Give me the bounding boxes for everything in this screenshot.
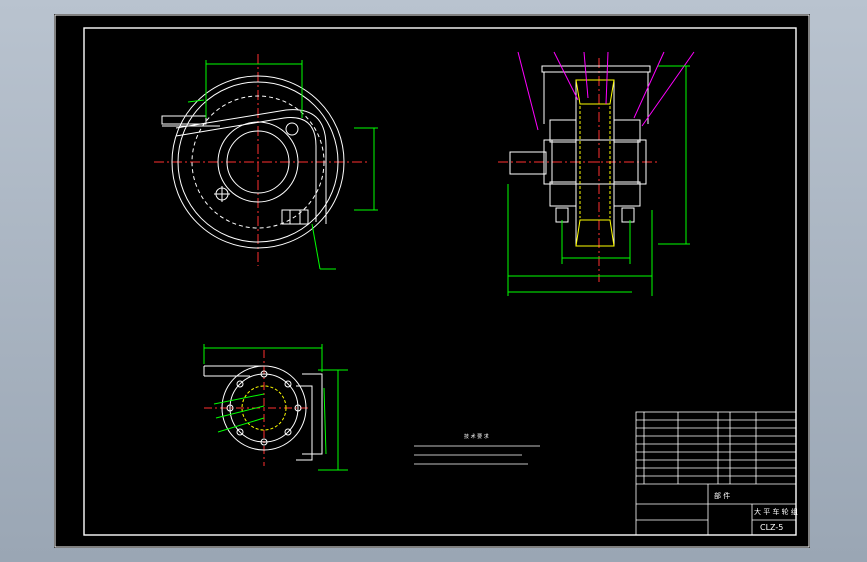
title-block[interactable]	[635, 411, 797, 536]
flange-top-view[interactable]	[203, 344, 348, 471]
drawing-frame	[54, 14, 810, 548]
cad-viewport[interactable]: 技 术 要 求 部 件 大 平 车 轮 组 CLZ-5	[54, 14, 810, 548]
wheel-front-view[interactable]	[154, 54, 378, 270]
requirements-heading: 技 术 要 求	[464, 433, 489, 440]
assembly-drawing: 技 术 要 求 部 件 大 平 车 轮 组 CLZ-5	[54, 14, 810, 548]
drawing-number: CLZ-5	[760, 523, 783, 532]
part-label: 部 件	[714, 491, 730, 500]
wheel-section-view[interactable]	[498, 51, 695, 296]
drawing-name: 大 平 车 轮 组	[754, 507, 798, 516]
technical-requirements: 技 术 要 求	[414, 433, 540, 465]
